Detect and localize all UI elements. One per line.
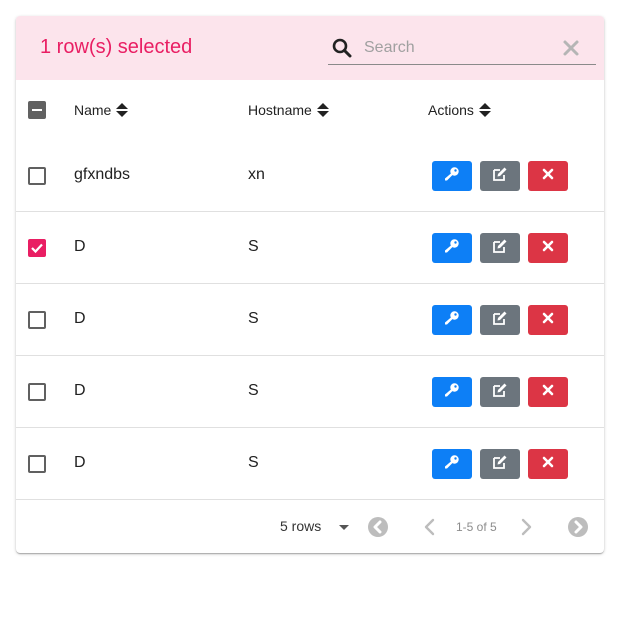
key-button[interactable] (432, 161, 472, 191)
caret-down-icon (339, 518, 350, 534)
select-all-checkbox[interactable] (28, 101, 46, 119)
search-box (328, 32, 596, 65)
edit-icon (492, 166, 508, 187)
edit-icon (492, 382, 508, 403)
column-header-name[interactable]: Name (74, 102, 129, 118)
pagination-range: 1-5 of 5 (456, 520, 497, 534)
table-card: 1 row(s) selected Name (16, 16, 604, 553)
delete-button[interactable] (528, 161, 568, 191)
selection-toolbar: 1 row(s) selected (16, 16, 604, 80)
delete-button[interactable] (528, 449, 568, 479)
edit-button[interactable] (480, 305, 520, 335)
key-button[interactable] (432, 305, 472, 335)
table-header: Name Hostname Actions (16, 80, 604, 140)
search-input[interactable] (362, 35, 556, 61)
chevron-left-icon[interactable] (419, 516, 441, 538)
key-button[interactable] (432, 377, 472, 407)
search-icon (332, 38, 352, 58)
table-pagination: 5 rows 1-5 of 5 (16, 500, 604, 553)
row-name: D (74, 310, 86, 327)
row-name: D (74, 454, 86, 471)
row-hostname: S (248, 310, 259, 327)
rows-per-page-value: 5 rows (280, 518, 322, 534)
edit-icon (492, 310, 508, 331)
chevron-right-icon[interactable] (515, 516, 537, 538)
row-checkbox[interactable] (28, 383, 46, 401)
column-hostname-label: Hostname (248, 102, 312, 118)
row-checkbox[interactable] (28, 239, 46, 257)
edit-button[interactable] (480, 449, 520, 479)
row-hostname: S (248, 238, 259, 255)
key-icon (444, 166, 460, 187)
selected-count: 1 row(s) selected (40, 36, 193, 58)
times-icon (542, 167, 554, 185)
delete-button[interactable] (528, 233, 568, 263)
row-checkbox[interactable] (28, 311, 46, 329)
row-hostname: S (248, 454, 259, 471)
edit-icon (492, 238, 508, 259)
row-name: D (74, 238, 86, 255)
key-button[interactable] (432, 233, 472, 263)
edit-icon (492, 454, 508, 475)
row-name: gfxndbs (74, 166, 131, 183)
key-icon (444, 382, 460, 403)
row-name: D (74, 382, 86, 399)
key-icon (444, 454, 460, 475)
rows-per-page-select[interactable]: 5 rows (280, 518, 350, 534)
table-row[interactable]: D S (16, 284, 604, 356)
times-icon (542, 239, 554, 257)
sort-icon (478, 103, 491, 117)
row-hostname: xn (248, 166, 265, 183)
key-icon (444, 310, 460, 331)
edit-button[interactable] (480, 377, 520, 407)
column-header-actions[interactable]: Actions (428, 102, 491, 118)
table-row[interactable]: D S (16, 356, 604, 428)
times-icon (542, 383, 554, 401)
times-icon (542, 311, 554, 329)
edit-button[interactable] (480, 233, 520, 263)
sort-icon (316, 103, 329, 117)
delete-button[interactable] (528, 305, 568, 335)
edit-button[interactable] (480, 161, 520, 191)
key-icon (444, 238, 460, 259)
table-row[interactable]: gfxndbs xn (16, 140, 604, 212)
sort-icon (116, 103, 129, 117)
delete-button[interactable] (528, 377, 568, 407)
row-checkbox[interactable] (28, 167, 46, 185)
table-row[interactable]: D S (16, 428, 604, 500)
column-name-label: Name (74, 102, 112, 118)
table-row[interactable]: D S (16, 212, 604, 284)
first-page-icon[interactable] (367, 516, 389, 538)
key-button[interactable] (432, 449, 472, 479)
row-hostname: S (248, 382, 259, 399)
close-icon[interactable] (562, 39, 580, 57)
times-icon (542, 455, 554, 473)
row-checkbox[interactable] (28, 455, 46, 473)
column-header-hostname[interactable]: Hostname (248, 102, 329, 118)
column-actions-label: Actions (428, 102, 474, 118)
last-page-icon[interactable] (567, 516, 589, 538)
